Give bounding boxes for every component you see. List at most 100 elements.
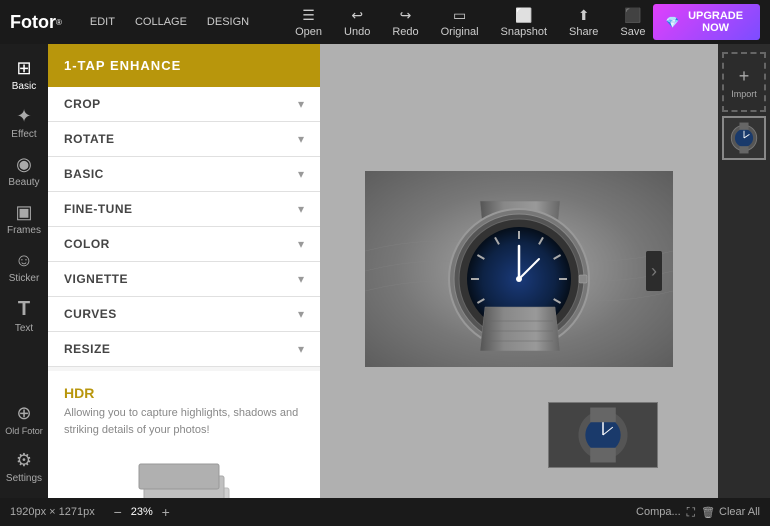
effect-icon: ✦ bbox=[16, 106, 31, 127]
sidebar: ⊞ Basic ✦ Effect ◉ Beauty ▣ Frames ☺ Sti… bbox=[0, 44, 48, 498]
plus-icon: + bbox=[739, 66, 750, 87]
bottom-thumbnail bbox=[548, 402, 658, 468]
hdr-layers-image bbox=[64, 448, 304, 498]
original-label: Original bbox=[441, 26, 479, 38]
thumb-svg bbox=[724, 116, 764, 160]
zoom-out-button[interactable]: − bbox=[109, 503, 127, 521]
open-icon: ☰ bbox=[302, 7, 315, 24]
panel-toggle-icon[interactable]: › bbox=[646, 251, 662, 291]
bottom-bar: 1920px × 1271px − 23% + Compa... ⛶ 🗑 Cle… bbox=[0, 498, 770, 526]
sidebar-label-frames: Frames bbox=[7, 225, 41, 236]
upgrade-button[interactable]: 💎 UPGRADE NOW bbox=[653, 4, 760, 40]
zoom-in-button[interactable]: + bbox=[157, 503, 175, 521]
color-arrow-icon: ▾ bbox=[298, 237, 304, 251]
zoom-controls: − 23% + bbox=[109, 503, 175, 521]
diamond-icon: 💎 bbox=[665, 16, 679, 29]
resize-arrow-icon: ▾ bbox=[298, 342, 304, 356]
edit-label: EDIT bbox=[90, 16, 115, 28]
tool-row-rotate[interactable]: ROTATE ▾ bbox=[48, 122, 320, 157]
save-label: Save bbox=[620, 26, 645, 38]
clear-all-button[interactable]: 🗑 Clear All bbox=[701, 506, 760, 519]
sidebar-item-sticker[interactable]: ☺ Sticker bbox=[0, 244, 48, 290]
bottom-thumb-svg bbox=[549, 402, 657, 468]
image-thumbnail[interactable] bbox=[722, 116, 766, 160]
sidebar-item-frames[interactable]: ▣ Frames bbox=[0, 196, 48, 242]
sidebar-label-beauty: Beauty bbox=[8, 177, 39, 188]
basic-arrow-icon: ▾ bbox=[298, 167, 304, 181]
undo-icon: ↩ bbox=[351, 7, 363, 24]
main-content: ⊞ Basic ✦ Effect ◉ Beauty ▣ Frames ☺ Sti… bbox=[0, 44, 770, 498]
curves-arrow-icon: ▾ bbox=[298, 307, 304, 321]
color-label: COLOR bbox=[64, 237, 110, 251]
image-dimensions: 1920px × 1271px bbox=[10, 506, 95, 518]
share-icon: ⬆ bbox=[578, 7, 590, 24]
snapshot-icon: ⬜ bbox=[515, 7, 532, 24]
edit-nav[interactable]: EDIT bbox=[82, 12, 123, 32]
crop-label: CROP bbox=[64, 97, 101, 111]
resize-label: RESIZE bbox=[64, 342, 110, 356]
share-label: Share bbox=[569, 26, 598, 38]
snapshot-label: Snapshot bbox=[501, 26, 547, 38]
tool-row-color[interactable]: COLOR ▾ bbox=[48, 227, 320, 262]
sidebar-item-old-fotor[interactable]: ⊕ Old Fotor bbox=[0, 397, 48, 442]
undo-button[interactable]: ↩ Undo bbox=[336, 3, 378, 42]
collage-nav[interactable]: COLLAGE bbox=[127, 12, 195, 32]
logo-text: Fotor bbox=[10, 12, 56, 33]
redo-icon: ↪ bbox=[400, 7, 412, 24]
basic-icon: ⊞ bbox=[16, 58, 31, 79]
hdr-layers-svg bbox=[129, 448, 239, 498]
collage-label: COLLAGE bbox=[135, 16, 187, 28]
sidebar-label-settings: Settings bbox=[6, 473, 42, 484]
tool-row-vignette[interactable]: VIGNETTE ▾ bbox=[48, 262, 320, 297]
original-button[interactable]: ▭ Original bbox=[433, 3, 487, 42]
design-nav[interactable]: DESIGN bbox=[199, 12, 257, 32]
tool-row-fine-tune[interactable]: FINE-TUNE ▾ bbox=[48, 192, 320, 227]
curves-label: CURVES bbox=[64, 307, 117, 321]
vignette-arrow-icon: ▾ bbox=[298, 272, 304, 286]
enhance-button[interactable]: 1-TAP ENHANCE bbox=[48, 44, 320, 87]
open-button[interactable]: ☰ Open bbox=[287, 3, 330, 42]
sidebar-label-basic: Basic bbox=[12, 81, 36, 92]
crop-arrow-icon: ▾ bbox=[298, 97, 304, 111]
tool-row-resize[interactable]: RESIZE ▾ bbox=[48, 332, 320, 367]
original-icon: ▭ bbox=[453, 7, 466, 24]
sidebar-item-effect[interactable]: ✦ Effect bbox=[0, 100, 48, 146]
sidebar-item-settings[interactable]: ⚙ Settings bbox=[0, 444, 48, 490]
sidebar-item-basic[interactable]: ⊞ Basic bbox=[0, 52, 48, 98]
rotate-label: ROTATE bbox=[64, 132, 115, 146]
tool-row-curves[interactable]: CURVES ▾ bbox=[48, 297, 320, 332]
redo-label: Redo bbox=[392, 26, 418, 38]
fine-tune-label: FINE-TUNE bbox=[64, 202, 133, 216]
save-button[interactable]: ⬛ Save bbox=[612, 3, 653, 42]
frames-icon: ▣ bbox=[15, 202, 32, 223]
import-button[interactable]: + Import bbox=[722, 52, 766, 112]
import-label: Import bbox=[731, 89, 757, 99]
redo-button[interactable]: ↪ Redo bbox=[384, 3, 426, 42]
sidebar-item-text[interactable]: T Text bbox=[0, 292, 48, 340]
beauty-icon: ◉ bbox=[16, 154, 32, 175]
undo-label: Undo bbox=[344, 26, 370, 38]
right-panel: + Import bbox=[718, 44, 770, 498]
enhance-label: 1-TAP ENHANCE bbox=[64, 58, 181, 73]
clear-all-label: Clear All bbox=[719, 506, 760, 518]
upgrade-label: UPGRADE NOW bbox=[683, 10, 748, 34]
sidebar-item-beauty[interactable]: ◉ Beauty bbox=[0, 148, 48, 194]
hdr-title: HDR bbox=[64, 385, 304, 401]
watch-image bbox=[365, 171, 673, 367]
bottom-right: Compa... ⛶ 🗑 Clear All bbox=[636, 505, 760, 520]
open-label: Open bbox=[295, 26, 322, 38]
toolbar: Fotor® EDIT COLLAGE DESIGN ☰ Open ↩ Undo… bbox=[0, 0, 770, 44]
tools-panel: 1-TAP ENHANCE CROP ▾ ROTATE ▾ BASIC ▾ FI… bbox=[48, 44, 320, 498]
app-logo: Fotor® bbox=[10, 12, 62, 33]
snapshot-button[interactable]: ⬜ Snapshot bbox=[493, 3, 555, 42]
sidebar-label-sticker: Sticker bbox=[9, 273, 40, 284]
hdr-section: HDR Allowing you to capture highlights, … bbox=[48, 371, 320, 498]
vignette-label: VIGNETTE bbox=[64, 272, 128, 286]
tool-row-crop[interactable]: CROP ▾ bbox=[48, 87, 320, 122]
tool-row-basic[interactable]: BASIC ▾ bbox=[48, 157, 320, 192]
design-label: DESIGN bbox=[207, 16, 249, 28]
sidebar-label-text: Text bbox=[15, 323, 33, 334]
share-button[interactable]: ⬆ Share bbox=[561, 3, 606, 42]
fine-tune-arrow-icon: ▾ bbox=[298, 202, 304, 216]
trash-icon: 🗑 bbox=[701, 506, 715, 519]
